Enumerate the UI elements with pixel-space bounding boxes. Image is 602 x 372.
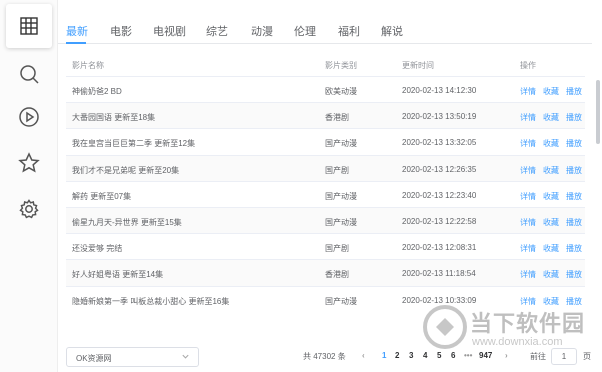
table-row: 好人好姐粤语 更新至14集 香港剧 2020-02-13 11:18:54 详情 收藏播… <box>66 259 585 286</box>
cell-time: 2020-02-13 11:18:54 <box>402 269 476 279</box>
cell-name: 偷星九月天-异世界 更新至15集 <box>72 217 182 227</box>
cell-type: 国产动漫 <box>325 296 357 306</box>
cell-type: 国产剧 <box>325 244 349 254</box>
collect-link[interactable]: 收藏 <box>543 138 559 149</box>
table-header: 影片名称 影片类别 更新时间 操作 <box>66 52 585 76</box>
cell-type: 国产动漫 <box>325 191 357 201</box>
category-tabs: 最新 电影 电视剧 综艺 动漫 伦理 福利 解说 <box>58 0 592 44</box>
collect-link[interactable]: 收藏 <box>543 217 559 228</box>
chevron-down-icon <box>181 352 190 363</box>
play-link[interactable]: 播放 <box>566 112 582 123</box>
detail-link[interactable]: 详情 <box>520 86 536 97</box>
tab-welfare[interactable]: 福利 <box>338 23 360 39</box>
grid-icon[interactable] <box>6 4 52 48</box>
source-select[interactable]: OK资源网 <box>66 347 199 367</box>
cell-time: 2020-02-13 12:08:31 <box>402 243 477 253</box>
detail-link[interactable]: 详情 <box>520 243 536 254</box>
video-table: 影片名称 影片类别 更新时间 操作 神偷奶爸2 BD 欧美动漫 2020-02-13… <box>66 52 585 312</box>
cell-name: 我在皇宫当巨巨第二季 更新至12集 <box>72 139 196 149</box>
tab-anime[interactable]: 动漫 <box>251 23 273 39</box>
tab-variety[interactable]: 综艺 <box>206 23 228 39</box>
collect-link[interactable]: 收藏 <box>543 191 559 202</box>
watermark: 当下软件园 www.downxia.com <box>420 300 600 372</box>
star-icon[interactable] <box>17 151 41 175</box>
collect-link[interactable]: 收藏 <box>543 165 559 176</box>
collect-link[interactable]: 收藏 <box>543 112 559 123</box>
header-actions: 操作 <box>520 61 536 70</box>
play-link[interactable]: 播放 <box>566 165 582 176</box>
page-2[interactable]: 2 <box>395 351 399 360</box>
cell-time: 2020-02-13 14:12:30 <box>402 86 477 95</box>
scrollbar-thumb[interactable] <box>596 80 600 144</box>
header-name: 影片名称 <box>72 61 104 70</box>
tab-commentary[interactable]: 解说 <box>381 23 403 39</box>
play-icon[interactable] <box>17 105 41 129</box>
cell-type: 国产剧 <box>325 165 349 175</box>
cell-type: 香港剧 <box>325 270 349 280</box>
cell-name: 大番园国语 更新至18集 <box>72 113 156 123</box>
cell-name: 还没爱够 完结 <box>72 244 123 254</box>
detail-link[interactable]: 详情 <box>520 138 536 149</box>
cell-name: 我们才不是兄弟呢 更新至20集 <box>72 165 180 175</box>
play-link[interactable]: 播放 <box>566 269 582 280</box>
tab-movie[interactable]: 电影 <box>110 23 132 39</box>
collect-link[interactable]: 收藏 <box>543 269 559 280</box>
watermark-title: 当下软件园 <box>470 311 586 336</box>
header-time: 更新时间 <box>402 61 434 70</box>
watermark-logo-icon <box>423 305 467 349</box>
total-count: 共 47302 条 <box>303 352 346 361</box>
table-row: 大番园国语 更新至18集 香港剧 2020-02-13 13:50:19 详情 收藏 播放 <box>66 102 585 129</box>
page-3[interactable]: 3 <box>409 351 413 360</box>
tab-latest[interactable]: 最新 <box>66 23 88 39</box>
play-link[interactable]: 播放 <box>566 138 582 149</box>
source-select-value: OK资源网 <box>76 354 112 363</box>
collect-link[interactable]: 收藏 <box>543 243 559 254</box>
active-tab-indicator <box>66 42 86 44</box>
detail-link[interactable]: 详情 <box>520 217 536 228</box>
detail-link[interactable]: 详情 <box>520 269 536 280</box>
cell-type: 欧美动漫 <box>325 87 357 96</box>
table-row: 我在皇宫当巨巨第二季 更新至12集 国产动漫 2020-02-13 13:32:05… <box>66 128 585 154</box>
tab-ethics[interactable]: 伦理 <box>294 23 316 39</box>
play-link[interactable]: 播放 <box>566 217 582 228</box>
tab-tv[interactable]: 电视剧 <box>153 23 186 39</box>
table-row: 神偷奶爸2 BD 欧美动漫 2020-02-13 14:12:30 详情 收藏 播放 <box>66 76 585 102</box>
cell-time: 2020-02-13 12:22:58 <box>402 216 477 226</box>
table-row: 解药 更新至07集 国产动漫 2020-02-13 12:23:40 详情 收藏 播放 <box>66 180 585 207</box>
watermark-url: www.downxia.com <box>472 336 563 348</box>
sidebar <box>0 0 58 372</box>
play-link[interactable]: 播放 <box>566 86 582 97</box>
table-row: 还没爱够 完结 国产剧 2020-02-13 12:08:31 详情 收藏 播放 <box>66 233 585 259</box>
search-icon[interactable] <box>17 62 41 86</box>
cell-name: 隐婚新娘第一季 叫板总裁小甜心 更新至16集 <box>72 296 230 306</box>
table-body: 神偷奶爸2 BD 欧美动漫 2020-02-13 14:12:30 详情 收藏 播放 大番园… <box>66 76 585 312</box>
table-row: 偷星九月天-异世界 更新至15集 国产动漫 2020-02-13 12:22:58 详… <box>66 206 585 234</box>
detail-link[interactable]: 详情 <box>520 191 536 202</box>
prev-page-button[interactable]: ‹ <box>362 351 365 360</box>
cell-name: 解药 更新至07集 <box>72 191 132 201</box>
cell-name: 好人好姐粤语 更新至14集 <box>72 270 164 280</box>
page-1[interactable]: 1 <box>382 351 386 360</box>
play-link[interactable]: 播放 <box>566 243 582 254</box>
cell-time: 2020-02-13 12:26:35 <box>402 164 477 174</box>
table-row: 我们才不是兄弟呢 更新至20集 国产剧 2020-02-13 12:26:35 详情收… <box>66 154 585 181</box>
cell-time: 2020-02-13 12:23:40 <box>402 190 477 200</box>
header-type: 影片类别 <box>325 61 357 70</box>
detail-link[interactable]: 详情 <box>520 112 536 123</box>
cell-type: 国产动漫 <box>325 217 357 227</box>
collect-link[interactable]: 收藏 <box>543 86 559 97</box>
cell-time: 2020-02-13 13:32:05 <box>402 138 477 148</box>
cell-name: 神偷奶爸2 BD <box>72 87 122 96</box>
cell-type: 国产动漫 <box>325 139 357 149</box>
detail-link[interactable]: 详情 <box>520 165 536 176</box>
cell-type: 香港剧 <box>325 113 349 123</box>
play-link[interactable]: 播放 <box>566 191 582 202</box>
gear-icon[interactable] <box>17 197 41 221</box>
cell-time: 2020-02-13 13:50:19 <box>402 112 477 122</box>
